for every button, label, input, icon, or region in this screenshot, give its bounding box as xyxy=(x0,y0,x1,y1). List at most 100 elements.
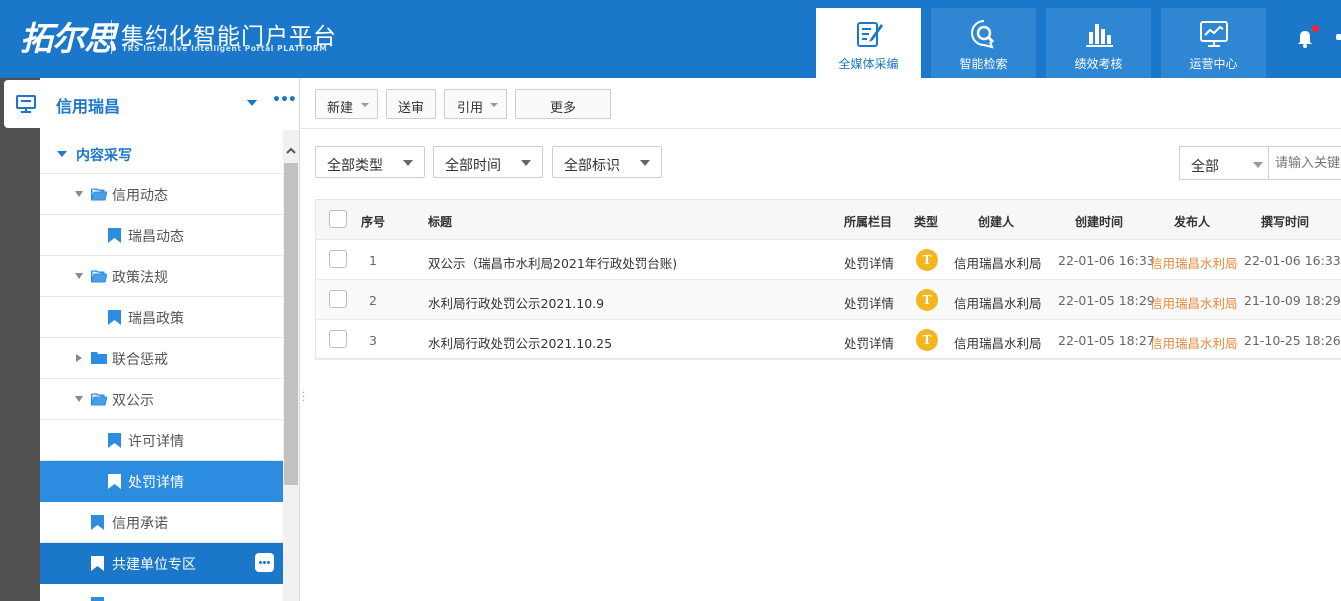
caret-down-icon xyxy=(403,160,413,166)
select-all-checkbox[interactable] xyxy=(329,210,347,228)
tree-item-policy[interactable]: 政策法规 xyxy=(40,256,283,297)
more-button-label: 更多 xyxy=(549,101,576,116)
brand-logo: 拓尔思 xyxy=(20,19,117,58)
more-button[interactable]: 更多 xyxy=(515,89,611,119)
tag-filter-label: 全部标识 xyxy=(564,158,620,174)
site-more-button[interactable]: ••• xyxy=(272,92,297,108)
search-chat-icon xyxy=(970,20,994,49)
row-creator: 信用瑞昌水利局 xyxy=(954,256,1042,271)
dot xyxy=(263,561,266,564)
dot xyxy=(259,561,262,564)
tag-filter[interactable]: 全部标识 xyxy=(552,146,662,178)
row-checkbox[interactable] xyxy=(329,290,347,308)
left-rail xyxy=(0,78,40,601)
tree-item-credit-news[interactable]: 信用动态 xyxy=(40,174,283,215)
row-title[interactable]: 双公示（瑞昌市水利局2021年行政处罚台账) xyxy=(428,253,677,272)
caret-right-icon[interactable] xyxy=(76,354,82,362)
tree-item-joint-punishment[interactable]: 联合惩戒 xyxy=(40,338,283,379)
caret-down-icon[interactable] xyxy=(75,396,83,402)
table-row[interactable]: 1 双公示（瑞昌市水利局2021年行政处罚台账) 处罚详情 T 信用瑞昌水利局 … xyxy=(316,240,1341,280)
tab-performance[interactable]: 绩效考核 xyxy=(1046,8,1151,78)
row-checkbox[interactable] xyxy=(329,250,347,268)
row-created: 22-01-05 18:27 xyxy=(1058,333,1155,348)
caret-down-icon[interactable] xyxy=(75,191,83,197)
review-button[interactable]: 送审 xyxy=(386,89,436,119)
app-header: 拓尔思 集约化智能门户平台 TRS Intensive Intelligent … xyxy=(0,0,1341,78)
search-scope-select[interactable]: 全部 xyxy=(1179,146,1269,180)
table-row[interactable]: 2 水利局行政处罚公示2021.10.9 处罚详情 T 信用瑞昌水利局 22-0… xyxy=(316,280,1341,320)
type-filter[interactable]: 全部类型 xyxy=(315,146,425,178)
pen-note-icon xyxy=(856,22,883,47)
tab-operations[interactable]: 运营中心 xyxy=(1161,8,1266,78)
time-filter[interactable]: 全部时间 xyxy=(433,146,543,178)
tree-scrollbar[interactable] xyxy=(283,130,299,601)
bookmark-icon xyxy=(108,433,121,448)
channel-tree: 信用动态 瑞昌动态 政策法规 瑞昌政策 联合惩戒 双公示 许可详情 处罚详情 信… xyxy=(40,130,283,601)
caret-down-icon xyxy=(521,160,531,166)
row-title[interactable]: 水利局行政处罚公示2021.10.9 xyxy=(428,293,604,312)
bell-icon[interactable] xyxy=(1296,29,1314,49)
new-button[interactable]: 新建 xyxy=(315,89,378,119)
tree-item-penalty-details[interactable]: 处罚详情 xyxy=(40,461,283,502)
tree-item-co-construction-zone[interactable]: 共建单位专区 xyxy=(40,543,283,584)
type-badge: T xyxy=(916,289,938,311)
chevron-up-icon[interactable] xyxy=(286,146,296,156)
tree-item-double-publicity[interactable]: 双公示 xyxy=(40,379,283,420)
pane-splitter xyxy=(299,78,300,601)
table-row[interactable]: 3 水利局行政处罚公示2021.10.25 处罚详情 T 信用瑞昌水利局 22-… xyxy=(316,320,1341,360)
row-checkbox[interactable] xyxy=(329,330,347,348)
tree-root-content-writing[interactable]: 内容采写 xyxy=(40,134,283,174)
chevron-down-icon[interactable] xyxy=(247,100,257,106)
bookmark-icon xyxy=(108,310,121,325)
splitter-handle-icon[interactable]: · · · xyxy=(302,389,305,407)
col-header-no[interactable]: 序号 xyxy=(361,213,385,230)
scope-label: 全部 xyxy=(1191,159,1219,175)
caret-down-icon[interactable] xyxy=(75,273,83,279)
col-header-created[interactable]: 创建时间 xyxy=(1075,213,1123,230)
col-header-written[interactable]: 撰写时间 xyxy=(1261,213,1309,230)
bookmark-icon xyxy=(91,515,104,530)
site-selector[interactable]: 信用瑞昌 ••• xyxy=(4,80,299,128)
col-header-title[interactable]: 标题 xyxy=(428,213,452,230)
quote-button[interactable]: 引用 xyxy=(444,89,507,119)
row-publisher: 信用瑞昌水利局 xyxy=(1150,256,1238,271)
tree-item-credit-commitment[interactable]: 信用承诺 xyxy=(40,502,283,543)
tab-smart-search[interactable]: 智能检索 xyxy=(931,8,1036,78)
site-name: 信用瑞昌 xyxy=(56,97,121,116)
col-header-creator[interactable]: 创建人 xyxy=(978,213,1014,230)
tree-item-license-details[interactable]: 许可详情 xyxy=(40,420,283,461)
caret-down-icon[interactable] xyxy=(57,151,67,157)
caret-down-icon xyxy=(361,103,369,107)
row-publisher: 信用瑞昌水利局 xyxy=(1150,296,1238,311)
notification-dot xyxy=(1312,25,1319,32)
type-filter-label: 全部类型 xyxy=(327,158,383,174)
search-input[interactable] xyxy=(1268,146,1341,180)
col-header-column[interactable]: 所属栏目 xyxy=(844,213,892,230)
row-title[interactable]: 水利局行政处罚公示2021.10.25 xyxy=(428,333,612,352)
type-badge: T xyxy=(916,329,938,351)
row-written: 21-10-09 18:29 xyxy=(1244,293,1341,308)
tree-item-label: 许可详情 xyxy=(128,434,184,450)
row-created: 22-01-06 16:33 xyxy=(1058,253,1155,268)
monitor-chart-icon xyxy=(1199,21,1228,47)
scroll-thumb[interactable] xyxy=(284,163,298,485)
tree-item-label: 联合惩戒 xyxy=(112,352,168,368)
tree-item-ruichang-policy[interactable]: 瑞昌政策 xyxy=(40,297,283,338)
app-subtitle: TRS Intensive Intelligent Portal PLATFOR… xyxy=(122,44,328,53)
col-header-publisher[interactable]: 发布人 xyxy=(1174,213,1210,230)
tab-media-editing[interactable]: 全媒体采编 xyxy=(816,8,921,78)
table-header: 序号 标题 所属栏目 类型 创建人 创建时间 发布人 撰写时间 xyxy=(316,200,1341,240)
node-more-button[interactable] xyxy=(255,553,274,572)
folder-open-icon xyxy=(91,270,107,283)
caret-down-icon xyxy=(640,160,650,166)
tree-item-ruichang-news[interactable]: 瑞昌动态 xyxy=(40,215,283,256)
col-header-type[interactable]: 类型 xyxy=(914,213,938,230)
tree-item-label: 信用动态 xyxy=(112,188,168,204)
tree-item-partial[interactable] xyxy=(40,584,283,601)
tree-item-label: 政策法规 xyxy=(112,270,168,286)
row-creator: 信用瑞昌水利局 xyxy=(954,336,1042,351)
tree-item-label: 处罚详情 xyxy=(128,475,184,491)
user-menu-edge[interactable] xyxy=(1336,34,1341,40)
type-badge: T xyxy=(916,249,938,271)
folder-open-icon xyxy=(91,393,107,406)
